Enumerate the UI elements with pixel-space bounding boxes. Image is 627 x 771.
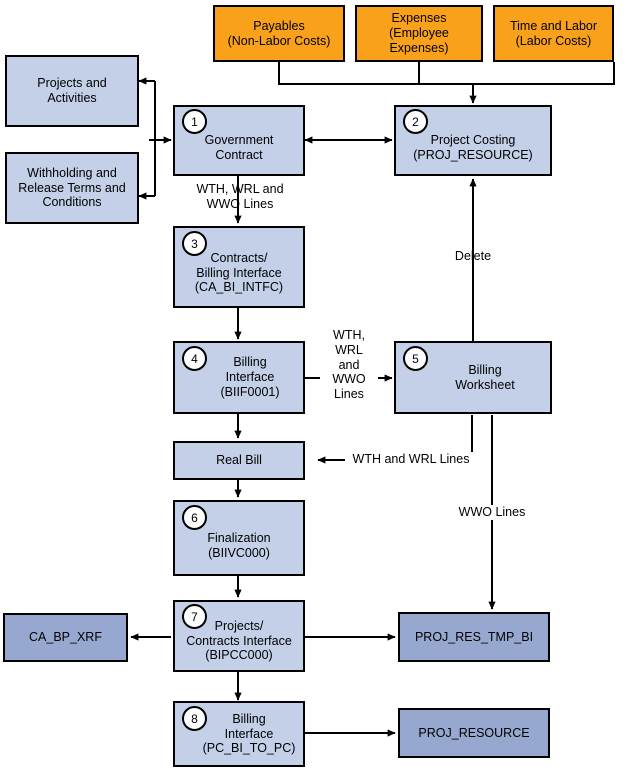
edge-label-wwo-lines: WWO Lines xyxy=(448,505,536,520)
step-badge-7: 7 xyxy=(182,604,207,629)
node-proj-resource-label: PROJ_RESOURCE xyxy=(418,725,530,740)
node-contracts-billing-interface-label: Contracts/ Billing Interface (CA_BI_INTF… xyxy=(194,250,284,295)
node-finalization-label: Finalization (BIIVC000) xyxy=(207,531,271,560)
source-box-payables-label: Payables (Non-Labor Costs) xyxy=(227,18,331,48)
source-box-time-and-labor-label: Time and Labor (Labor Costs) xyxy=(509,18,598,48)
node-projects-and-activities-label: Projects and Activities xyxy=(37,76,107,105)
node-project-costing-label: Project Costing (PROJ_RESOURCE) xyxy=(413,132,533,162)
source-box-time-and-labor[interactable]: Time and Labor (Labor Costs) xyxy=(493,5,614,62)
step-badge-2-number: 2 xyxy=(412,114,419,129)
edge-label-wth-wrl-wwo-lines-right: WTH, WRL and WWO Lines xyxy=(320,328,378,402)
node-proj-res-tmp-bi[interactable]: PROJ_RES_TMP_BI xyxy=(398,612,550,662)
node-billing-worksheet-label: Billing Worksheet xyxy=(455,362,515,392)
node-ca-bp-xrf-label: CA_BP_XRF xyxy=(29,630,102,645)
node-proj-resource[interactable]: PROJ_RESOURCE xyxy=(398,708,550,758)
node-billing-interface-biif0001-label: Billing Interface (BIIF0001) xyxy=(220,355,280,399)
source-box-payables[interactable]: Payables (Non-Labor Costs) xyxy=(213,5,345,62)
step-badge-6-number: 6 xyxy=(191,510,198,525)
wire-source-bus xyxy=(278,62,615,85)
node-real-bill-label: Real Bill xyxy=(216,453,262,468)
step-badge-7-number: 7 xyxy=(191,609,198,624)
step-badge-8: 8 xyxy=(182,706,207,731)
source-box-expenses-label: Expenses (Employee Expenses) xyxy=(389,11,449,55)
step-badge-4: 4 xyxy=(182,346,207,371)
node-billing-interface-pc-bi-to-pc-label: Billing Interface (PC_BI_TO_PC) xyxy=(202,711,296,756)
step-badge-5: 5 xyxy=(403,346,428,371)
step-badge-1-number: 1 xyxy=(191,114,198,129)
step-badge-5-number: 5 xyxy=(412,351,419,366)
step-badge-1: 1 xyxy=(182,109,207,134)
node-withholding-and-release-terms-label: Withholding and Release Terms and Condit… xyxy=(18,165,126,210)
edge-label-wth-and-wrl-lines: WTH and WRL Lines xyxy=(345,452,477,467)
step-badge-2: 2 xyxy=(403,109,428,134)
node-withholding-and-release-terms[interactable]: Withholding and Release Terms and Condit… xyxy=(5,152,139,224)
node-ca-bp-xrf[interactable]: CA_BP_XRF xyxy=(3,613,128,662)
edge-label-delete: Delete xyxy=(454,249,492,263)
step-badge-3-number: 3 xyxy=(191,236,198,251)
edge-label-wth-wrl-wwo-lines-down: WTH, WRL and WWO Lines xyxy=(196,182,284,211)
node-government-contract-label: Government Contract xyxy=(204,132,274,162)
step-badge-3: 3 xyxy=(182,231,207,256)
step-badge-8-number: 8 xyxy=(191,711,198,726)
step-badge-6: 6 xyxy=(182,505,207,530)
node-proj-res-tmp-bi-label: PROJ_RES_TMP_BI xyxy=(414,629,534,644)
node-projects-and-activities[interactable]: Projects and Activities xyxy=(5,55,139,127)
source-box-expenses[interactable]: Expenses (Employee Expenses) xyxy=(355,5,483,62)
step-badge-4-number: 4 xyxy=(191,351,198,366)
diagram-canvas: Payables (Non-Labor Costs) Expenses (Emp… xyxy=(0,0,627,771)
node-real-bill[interactable]: Real Bill xyxy=(173,441,305,480)
